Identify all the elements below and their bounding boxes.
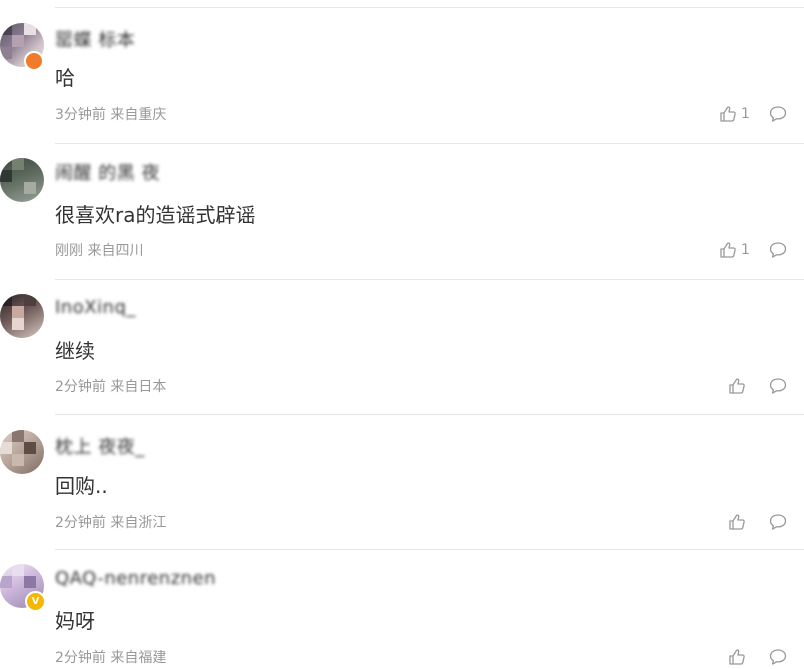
divider <box>55 7 804 8</box>
comment-meta: 2分钟前 来自浙江 <box>55 515 167 531</box>
thumbs-up-icon <box>729 514 745 530</box>
comment-item: InoXinq_ 继续 2分钟前 来自日本 <box>0 279 804 415</box>
comment-item: V QAQ-nenrenznen 妈呀 2分钟前 来自福建 <box>0 549 804 669</box>
divider <box>55 549 804 550</box>
comment-text: 回购.. <box>55 474 108 498</box>
reply-button[interactable] <box>769 377 787 395</box>
comment-list: 罂蝶 标本 哈 3分钟前 来自重庆 1 闹醒 的黑 夜 很喜欢ra的造谣式辟谣 … <box>0 0 804 669</box>
divider <box>55 143 804 144</box>
comment-item: 罂蝶 标本 哈 3分钟前 来自重庆 1 <box>0 7 804 143</box>
reply-button[interactable] <box>769 105 787 123</box>
avatar[interactable] <box>0 430 44 474</box>
like-button[interactable]: 1 <box>719 240 750 260</box>
speech-bubble-icon <box>769 242 787 258</box>
like-button[interactable]: 1 <box>719 104 750 124</box>
divider <box>55 414 804 415</box>
like-button[interactable] <box>728 376 750 396</box>
like-count: 1 <box>741 106 750 122</box>
thumbs-up-icon <box>729 378 745 394</box>
username[interactable]: QAQ-nenrenznen <box>55 568 216 589</box>
thumbs-up-icon <box>729 649 745 665</box>
username[interactable]: InoXinq_ <box>55 297 136 318</box>
avatar[interactable] <box>0 294 44 338</box>
like-button[interactable] <box>728 647 750 667</box>
comment-text: 哈 <box>55 66 75 90</box>
comment-text: 妈呀 <box>55 609 95 633</box>
divider <box>55 279 804 280</box>
like-button[interactable] <box>728 512 750 532</box>
comment-text: 很喜欢ra的造谣式辟谣 <box>55 203 256 227</box>
comment-meta: 刚刚 来自四川 <box>55 243 144 259</box>
comment-meta: 2分钟前 来自福建 <box>55 650 167 666</box>
comment-text: 继续 <box>55 339 95 363</box>
username[interactable]: 枕上 夜夜_ <box>55 433 145 459</box>
verified-badge-icon: V <box>25 591 46 612</box>
thumbs-up-icon <box>720 106 736 122</box>
speech-bubble-icon <box>769 106 787 122</box>
avatar-badge-icon <box>24 51 44 71</box>
speech-bubble-icon <box>769 514 787 530</box>
speech-bubble-icon <box>769 649 787 665</box>
speech-bubble-icon <box>769 378 787 394</box>
username[interactable]: 闹醒 的黑 夜 <box>55 159 160 185</box>
comment-meta: 2分钟前 来自日本 <box>55 379 167 395</box>
reply-button[interactable] <box>769 648 787 666</box>
comment-item: 枕上 夜夜_ 回购.. 2分钟前 来自浙江 <box>0 414 804 550</box>
thumbs-up-icon <box>720 242 736 258</box>
like-count: 1 <box>741 242 750 258</box>
reply-button[interactable] <box>769 513 787 531</box>
comment-meta: 3分钟前 来自重庆 <box>55 107 167 123</box>
username[interactable]: 罂蝶 标本 <box>55 26 135 52</box>
comment-item: 闹醒 的黑 夜 很喜欢ra的造谣式辟谣 刚刚 来自四川 1 <box>0 143 804 279</box>
reply-button[interactable] <box>769 241 787 259</box>
avatar[interactable] <box>0 158 44 202</box>
